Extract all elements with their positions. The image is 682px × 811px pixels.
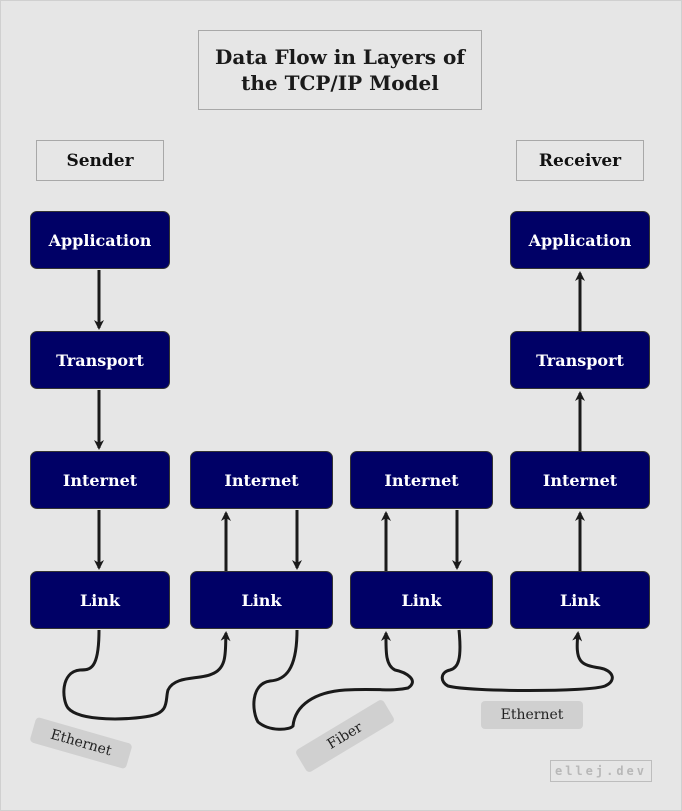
medium-label-ethernet: Ethernet: [481, 701, 583, 729]
ethernet-cable-1: [62, 629, 231, 721]
ethernet-cable-2: [440, 629, 614, 692]
connections: [62, 270, 614, 731]
brand-watermark: ellej.dev: [550, 760, 652, 782]
